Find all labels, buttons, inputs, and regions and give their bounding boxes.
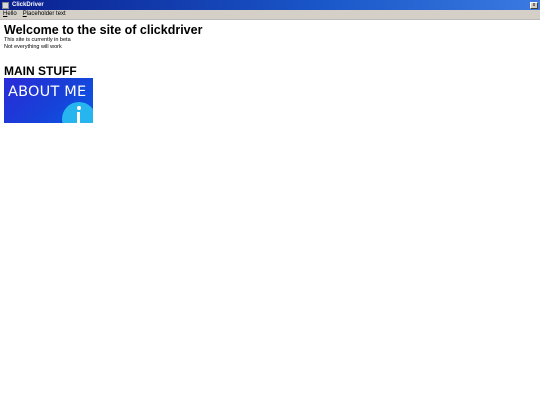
menu-item-hello[interactable]: Hello — [3, 10, 17, 19]
menu-label: laceholder text — [26, 11, 66, 17]
menu-label: ello — [7, 11, 17, 17]
page-title: Welcome to the site of clickdriver — [4, 23, 203, 37]
info-icon-dot — [76, 106, 81, 110]
about-me-button[interactable]: ABOUT ME — [4, 78, 93, 123]
info-icon — [62, 102, 93, 123]
section-title: MAIN STUFF — [4, 64, 77, 78]
title-bar[interactable]: ClickDriver x — [0, 0, 540, 10]
page-content: Welcome to the site of clickdriver This … — [0, 20, 540, 125]
window-title: ClickDriver — [12, 2, 44, 8]
close-button[interactable]: x — [530, 1, 538, 9]
about-me-label: ABOUT ME — [8, 84, 87, 100]
app-icon — [2, 1, 9, 9]
menu-bar: Hello Placeholder text — [0, 10, 540, 20]
menu-item-placeholder[interactable]: Placeholder text — [23, 10, 66, 19]
warning-notice: Not everything will work — [4, 43, 62, 50]
info-icon-bar — [77, 112, 80, 123]
app-window: ClickDriver x Hello Placeholder text Wel… — [0, 0, 540, 405]
